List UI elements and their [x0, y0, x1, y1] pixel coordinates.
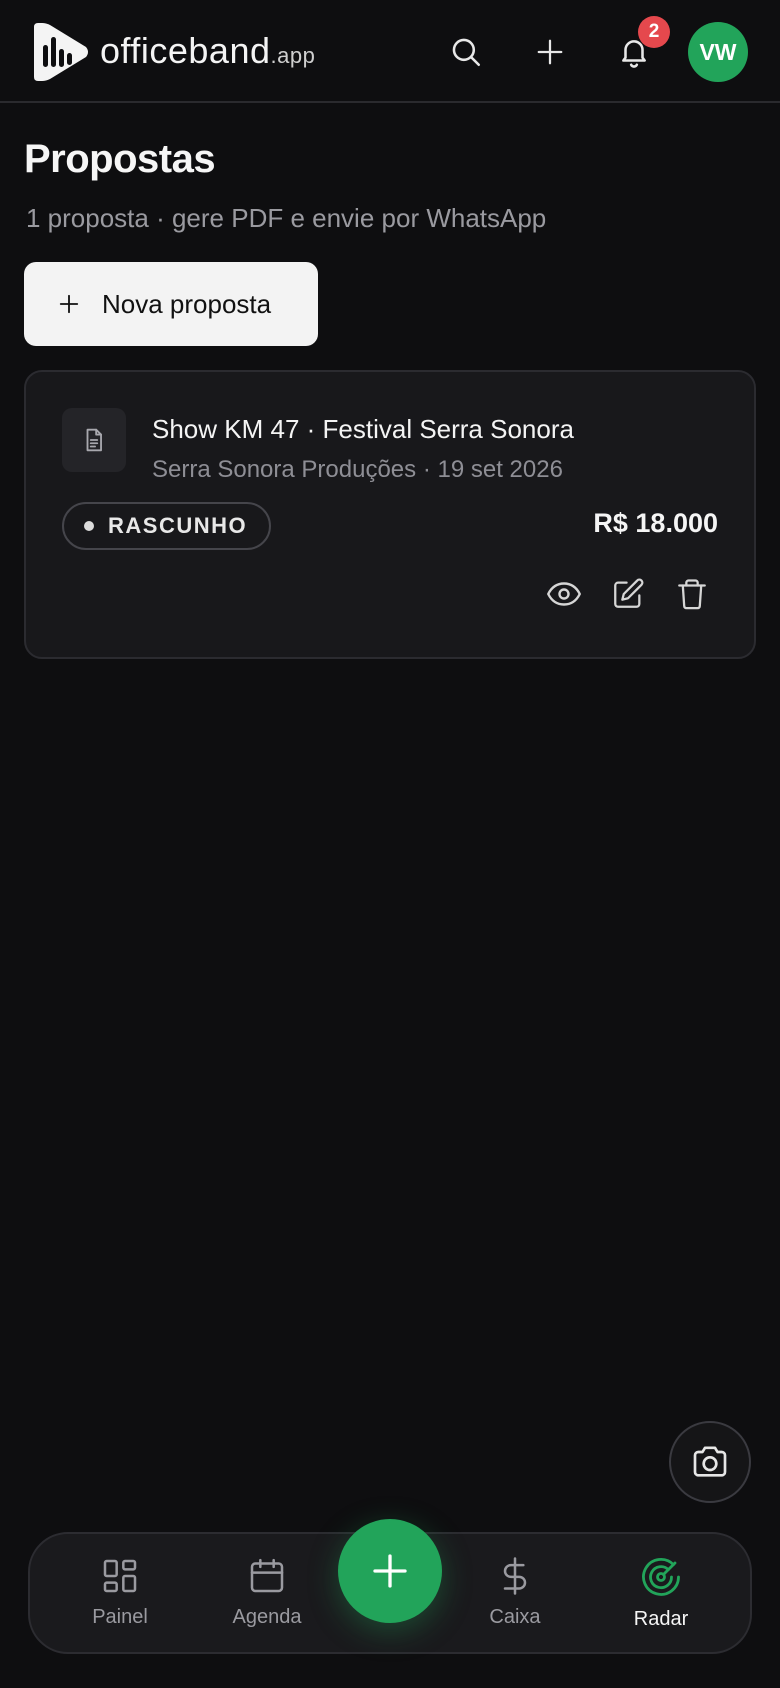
search-icon	[452, 38, 481, 67]
officeband-logo[interactable]	[32, 19, 92, 85]
page-subtitle: 1 proposta · gere PDF e envie por WhatsA…	[26, 203, 547, 233]
nav-label-painel: Painel	[92, 1606, 148, 1628]
status-label: RASCUNHO	[108, 513, 248, 538]
document-icon	[86, 428, 102, 452]
plus-icon	[58, 293, 80, 315]
brand-name: officeband	[100, 30, 271, 71]
notification-badge: 2	[638, 16, 670, 48]
top-bar: officeband.app 2 VW	[0, 0, 780, 103]
plus-icon	[373, 1554, 407, 1588]
proposal-title: Show KM 47 · Festival Serra Sonora	[152, 414, 574, 444]
brand-tld: .app	[270, 43, 316, 68]
status-badge: RASCUNHO	[62, 502, 272, 550]
trash-icon	[678, 579, 706, 610]
camera-button[interactable]	[669, 1421, 751, 1503]
eye-icon	[547, 582, 581, 606]
nav-item-painel[interactable]: Painel	[60, 1556, 180, 1646]
create-fab-button[interactable]	[338, 1519, 442, 1623]
proposal-card[interactable]: Show KM 47 · Festival Serra Sonora Serra…	[24, 370, 756, 659]
new-proposal-button[interactable]: Nova proposta	[24, 262, 318, 346]
search-button[interactable]	[444, 30, 488, 74]
nav-label-caixa: Caixa	[489, 1606, 541, 1628]
add-button[interactable]	[528, 30, 572, 74]
plus-icon	[537, 39, 563, 65]
proposal-meta: Serra Sonora Produções · 19 set 2026	[152, 456, 563, 483]
brand-wordmark: officeband.app	[100, 30, 315, 72]
document-icon-tile	[62, 408, 126, 472]
calendar-icon	[250, 1558, 284, 1593]
nav-label-agenda: Agenda	[232, 1606, 302, 1628]
view-button[interactable]	[542, 572, 586, 616]
delete-button[interactable]	[670, 572, 714, 616]
app-root: officeband.app 2 VW Propostas 1 proposta…	[0, 0, 780, 1688]
proposal-amount: R$ 18.000	[593, 508, 718, 538]
edit-icon	[614, 578, 644, 608]
radar-icon	[642, 1558, 680, 1596]
page-title: Propostas	[24, 137, 216, 181]
nav-item-agenda[interactable]: Agenda	[207, 1556, 327, 1646]
camera-icon	[693, 1446, 727, 1477]
dollar-icon	[503, 1557, 527, 1595]
nav-item-radar[interactable]: Radar	[601, 1556, 721, 1646]
user-avatar[interactable]: VW	[688, 22, 748, 82]
status-dot	[84, 521, 94, 531]
edit-button[interactable]	[606, 572, 650, 616]
nav-label-radar: Radar	[633, 1608, 689, 1630]
nav-item-caixa[interactable]: Caixa	[455, 1556, 575, 1646]
new-proposal-label: Nova proposta	[102, 288, 272, 319]
grid-icon	[103, 1559, 137, 1593]
